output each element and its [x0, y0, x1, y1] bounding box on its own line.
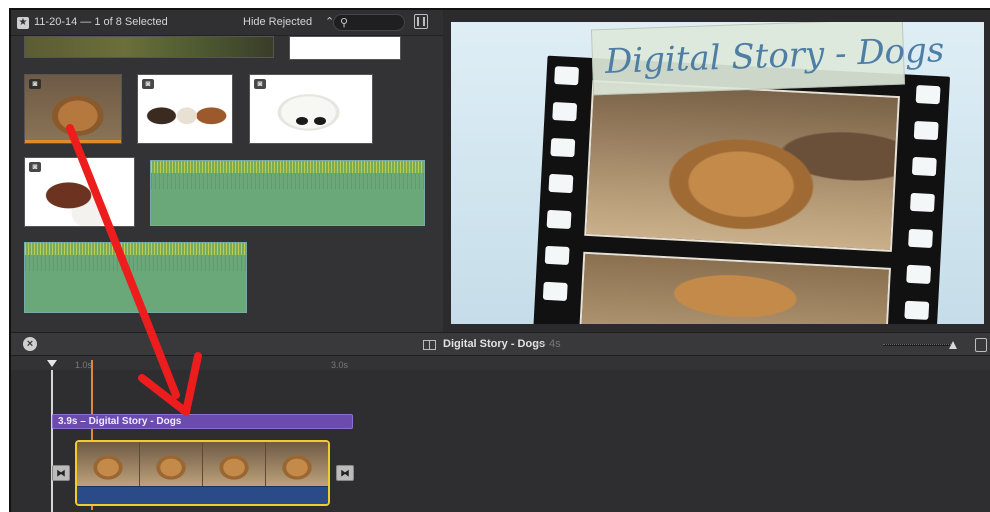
- camera-icon: ◙: [142, 79, 154, 89]
- film-strip-graphic: [532, 55, 951, 324]
- photo-thumbnail-puppy[interactable]: ◙: [24, 74, 122, 144]
- selected-video-clip[interactable]: [75, 440, 330, 506]
- browser-header: ★ 11-20-14 — 1 of 8 Selected Hide Reject…: [11, 10, 443, 36]
- close-icon[interactable]: ×: [23, 337, 37, 351]
- audio-clip[interactable]: [24, 242, 247, 313]
- zoom-slider-track[interactable]: [883, 344, 953, 346]
- search-input[interactable]: ⚲: [333, 14, 405, 31]
- transition-icon[interactable]: ⧓: [52, 465, 70, 481]
- clip-audio-strip: [77, 486, 328, 504]
- imovie-window: ★ 11-20-14 — 1 of 8 Selected Hide Reject…: [9, 8, 990, 512]
- camera-icon: ◙: [254, 79, 266, 89]
- sprocket: [544, 245, 570, 266]
- clip-appearance-icon[interactable]: [975, 338, 987, 352]
- viewer-title-text: Digital Story - Dogs: [604, 30, 945, 82]
- waveform: [25, 243, 246, 255]
- viewer-preview[interactable]: Digital Story - Dogs: [451, 22, 984, 324]
- audio-clip[interactable]: [150, 160, 425, 226]
- timeline-header: × Digital Story - Dogs — 4s: [11, 332, 990, 356]
- transition-icon[interactable]: ⧓: [336, 465, 354, 481]
- sprocket: [906, 264, 932, 284]
- title-clip[interactable]: 3.9s – Digital Story - Dogs: [52, 414, 353, 429]
- ruler-label: 3.0s: [331, 360, 349, 370]
- sprocket: [909, 192, 935, 213]
- sprocket: [546, 209, 572, 230]
- sprocket: [904, 300, 930, 320]
- filter-dropdown[interactable]: Hide Rejected: [243, 16, 312, 28]
- event-browser: ★ 11-20-14 — 1 of 8 Selected Hide Reject…: [11, 10, 443, 332]
- photo-thumbnail-three-dogs[interactable]: ◙: [137, 74, 233, 144]
- zoom-slider-knob[interactable]: [949, 341, 957, 349]
- project-icon: [423, 340, 436, 350]
- filmstrip-icon[interactable]: [414, 14, 428, 29]
- title-tape: Digital Story - Dogs: [590, 22, 945, 96]
- event-title: 11-20-14 — 1 of 8 Selected: [34, 16, 168, 28]
- photo-thumbnail-brown-dog[interactable]: ◙: [24, 157, 135, 227]
- sprocket: [908, 228, 934, 249]
- sprocket: [552, 102, 578, 122]
- sprocket: [542, 281, 568, 301]
- sprocket: [913, 120, 939, 141]
- playhead[interactable]: [47, 360, 57, 512]
- star-icon[interactable]: ★: [17, 17, 29, 29]
- viewer: Digital Story - Dogs: [443, 10, 990, 332]
- ruler-label: 1.0s: [75, 360, 93, 370]
- sprocket: [550, 137, 576, 158]
- camera-icon: ◙: [29, 79, 41, 89]
- photo-thumbnail[interactable]: [289, 36, 401, 60]
- clip-frame: [140, 442, 203, 486]
- title-clip-label: 3.9s – Digital Story - Dogs: [58, 416, 182, 427]
- project-duration: — 4s: [535, 338, 561, 350]
- clip-frame: [266, 442, 328, 486]
- sprocket: [554, 66, 580, 86]
- waveform: [151, 161, 424, 173]
- camera-icon: ◙: [29, 162, 41, 172]
- timeline[interactable]: 1.0s 3.0s 3.9s – Digital Story - Dogs ⧓ …: [11, 356, 990, 512]
- clip-frame: [77, 442, 140, 486]
- sprocket: [548, 173, 574, 194]
- used-in-project-bar: [25, 140, 121, 143]
- waveform-body: [25, 255, 246, 271]
- video-clip-thumbnail[interactable]: [24, 36, 274, 58]
- clip-frame: [203, 442, 266, 486]
- waveform-body: [151, 173, 424, 189]
- search-icon: ⚲: [340, 17, 349, 29]
- project-name: Digital Story - Dogs: [443, 338, 546, 350]
- sprocket: [911, 156, 937, 177]
- photo-thumbnail-white-puppy[interactable]: ◙: [249, 74, 373, 144]
- sprocket: [915, 84, 941, 105]
- film-frame-photo: [578, 251, 891, 324]
- film-frame-photo: [584, 80, 900, 252]
